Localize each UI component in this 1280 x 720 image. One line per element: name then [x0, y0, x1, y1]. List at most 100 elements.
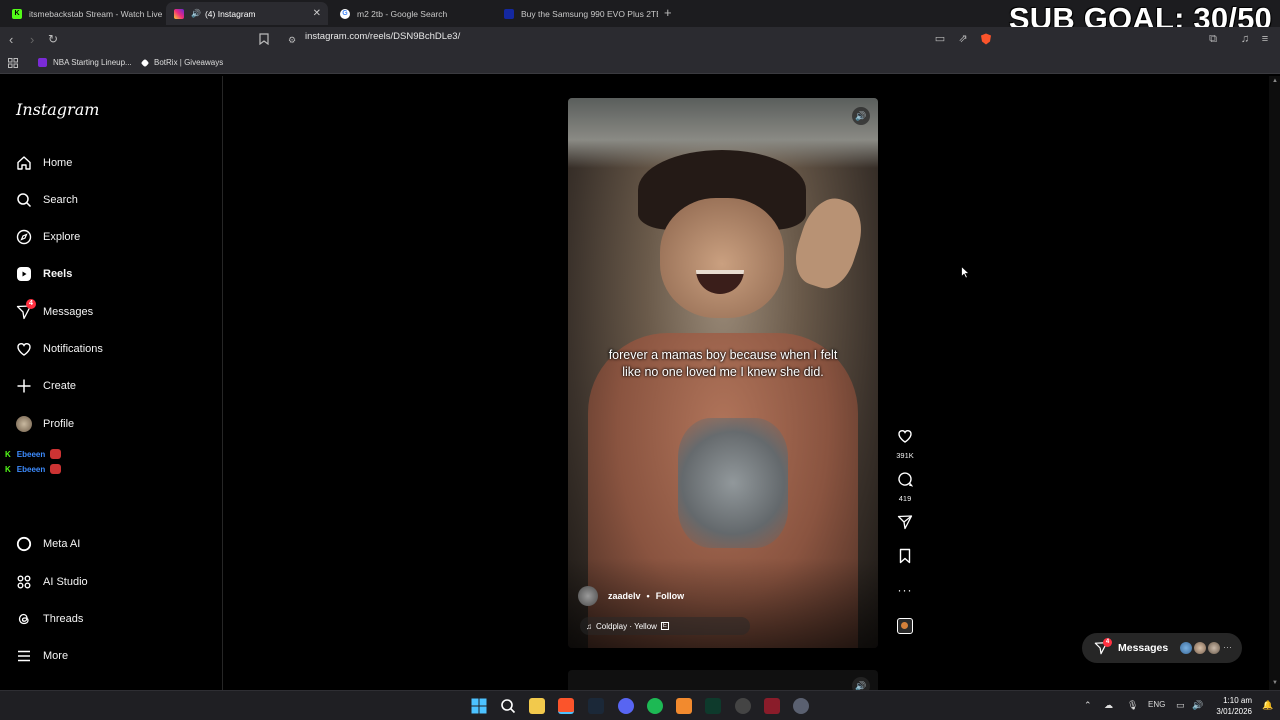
nba-bookmark-icon: [38, 58, 47, 67]
sidebar-item-messages[interactable]: 4 Messages: [16, 299, 93, 323]
avatar[interactable]: [578, 586, 598, 606]
close-tab-icon[interactable]: ✕: [313, 8, 321, 19]
app-icon[interactable]: [735, 698, 751, 714]
reel-video[interactable]: 🔊 forever a mamas boy because when I fel…: [568, 98, 878, 648]
sidebar-item-home[interactable]: Home: [16, 152, 72, 174]
scroll-up-icon[interactable]: ▲: [1272, 78, 1278, 84]
app-icon[interactable]: [705, 698, 721, 714]
tab-instagram[interactable]: 🔊 (4) Instagram ✕: [166, 2, 328, 25]
sidebar-toggle-icon[interactable]: ⧉: [1207, 33, 1219, 45]
more-icon[interactable]: ···: [1223, 642, 1232, 652]
tab-kick-stream[interactable]: K itsmebackstab Stream - Watch Live o: [4, 2, 162, 25]
network-app-icon[interactable]: ☁: [1104, 700, 1113, 711]
sidebar-item-ai-studio[interactable]: AI Studio: [16, 571, 88, 593]
system-clock[interactable]: 1:10 am 3/01/2026: [1206, 695, 1252, 717]
volume-icon[interactable]: 🔊: [852, 107, 870, 125]
audio-thumbnail[interactable]: [897, 618, 913, 634]
new-tab-button[interactable]: +: [664, 5, 672, 20]
discord-icon[interactable]: [618, 698, 634, 714]
brave-browser-icon[interactable]: [558, 698, 574, 714]
search-icon: [16, 192, 32, 208]
save-button[interactable]: [893, 548, 917, 569]
sidebar-item-notifications[interactable]: Notifications: [16, 338, 103, 360]
share-icon[interactable]: ⇗: [957, 33, 969, 45]
steam-icon[interactable]: [588, 698, 604, 714]
windows-start-icon[interactable]: [471, 698, 487, 714]
tab-samsung[interactable]: Buy the Samsung 990 EVO Plus 2TB: [496, 2, 658, 25]
avatar: [16, 416, 32, 432]
avatar[interactable]: [1193, 641, 1207, 655]
tab-title: (4) Instagram: [204, 8, 256, 19]
language-indicator[interactable]: ENG: [1148, 700, 1165, 709]
avatar[interactable]: [1179, 641, 1193, 655]
browser-toolbar: ‹ › ↻ ⚙ instagram.com/reels/DSN9BchDLe3/…: [0, 27, 1280, 53]
tab-title: m2 2tb - Google Search: [357, 8, 448, 19]
brave-shield-icon[interactable]: [980, 33, 992, 45]
ai-studio-icon: [16, 574, 32, 590]
follow-button[interactable]: Follow: [656, 591, 685, 601]
comment-button[interactable]: 419: [893, 471, 917, 503]
sidebar-item-profile[interactable]: Profile: [16, 413, 74, 435]
sidebar-item-threads[interactable]: Threads: [16, 608, 83, 630]
like-count: 391K: [896, 451, 914, 460]
instagram-logo[interactable]: Instagram: [16, 100, 99, 119]
avatar[interactable]: [1207, 641, 1221, 655]
scroll-down-icon[interactable]: ▼: [1272, 680, 1278, 686]
audio-title: Coldplay · Yellow: [596, 621, 657, 631]
kick-icon: K: [5, 449, 11, 459]
botrix-bookmark-icon: [140, 58, 150, 67]
sidebar-item-create[interactable]: Create: [16, 375, 76, 397]
sidebar-item-explore[interactable]: Explore: [16, 226, 80, 248]
settings-icon[interactable]: [793, 698, 809, 714]
sidebar-item-reels[interactable]: Reels: [16, 263, 72, 285]
reel-audio[interactable]: ♫ Coldplay · Yellow E: [580, 617, 750, 635]
bookmark-botrix[interactable]: BotRix | Giveaways: [140, 58, 223, 67]
share-button[interactable]: [893, 514, 917, 535]
next-reel-preview[interactable]: [568, 670, 878, 690]
sidebar-item-more[interactable]: More: [16, 645, 68, 667]
bookmark-nba[interactable]: NBA Starting Lineup...: [38, 58, 132, 67]
samsung-favicon-icon: [504, 8, 514, 19]
site-info-icon[interactable]: ⚙: [286, 34, 298, 46]
author-username[interactable]: zaadelv: [608, 591, 641, 601]
reload-icon[interactable]: ↻: [48, 32, 58, 46]
bookmarks-bar: NBA Starting Lineup... BotRix | Giveaway…: [0, 53, 1280, 74]
like-button[interactable]: 391K: [893, 428, 917, 460]
sidebar-item-search[interactable]: Search: [16, 189, 78, 211]
address-bar[interactable]: instagram.com/reels/DSN9BchDLe3/: [305, 31, 460, 42]
cast-icon[interactable]: ▭: [934, 33, 946, 45]
menu-icon[interactable]: ≡: [1259, 33, 1271, 45]
tab-google-search[interactable]: G m2 2tb - Google Search: [332, 2, 492, 25]
volume-icon[interactable]: 🔊: [1192, 700, 1203, 711]
forward-icon[interactable]: ›: [30, 32, 34, 47]
kick-icon: K: [5, 464, 11, 474]
sidebar-item-meta-ai[interactable]: Meta AI: [16, 533, 80, 555]
apps-grid-icon[interactable]: [8, 58, 18, 68]
messages-badge: 4: [26, 299, 36, 309]
bookmark-icon[interactable]: [258, 33, 270, 46]
tab-title: Buy the Samsung 990 EVO Plus 2TB: [521, 8, 658, 19]
comment-icon: [898, 472, 914, 487]
media-icon[interactable]: ♫: [1239, 33, 1251, 45]
notification-icon[interactable]: 🔔: [1262, 700, 1273, 711]
reel-author: zaadelv • Follow: [578, 586, 684, 606]
speaker-icon: 🔊: [191, 9, 201, 18]
display-icon[interactable]: ▭: [1176, 700, 1185, 711]
clock-time: 1:10 am: [1223, 696, 1252, 705]
more-options-icon[interactable]: ···: [893, 583, 917, 597]
threads-icon: [16, 611, 32, 627]
kick-favicon-icon: K: [12, 8, 22, 19]
google-favicon-icon: G: [340, 8, 350, 19]
file-explorer-icon[interactable]: [529, 698, 545, 714]
page-scrollbar[interactable]: ▲ ▼: [1269, 76, 1280, 690]
app-icon[interactable]: [676, 698, 692, 714]
tray-overflow-icon[interactable]: ⌃: [1084, 700, 1092, 711]
spotify-icon[interactable]: [647, 698, 663, 714]
home-icon: [16, 155, 32, 171]
microphone-icon[interactable]: 🎙: [1127, 700, 1138, 711]
instagram-sidebar: Instagram Home Search Explore Reels 4 Me…: [0, 76, 223, 690]
back-icon[interactable]: ‹: [9, 32, 13, 47]
app-icon[interactable]: [764, 698, 780, 714]
search-icon[interactable]: [500, 698, 516, 714]
clock-date: 3/01/2026: [1216, 707, 1252, 716]
